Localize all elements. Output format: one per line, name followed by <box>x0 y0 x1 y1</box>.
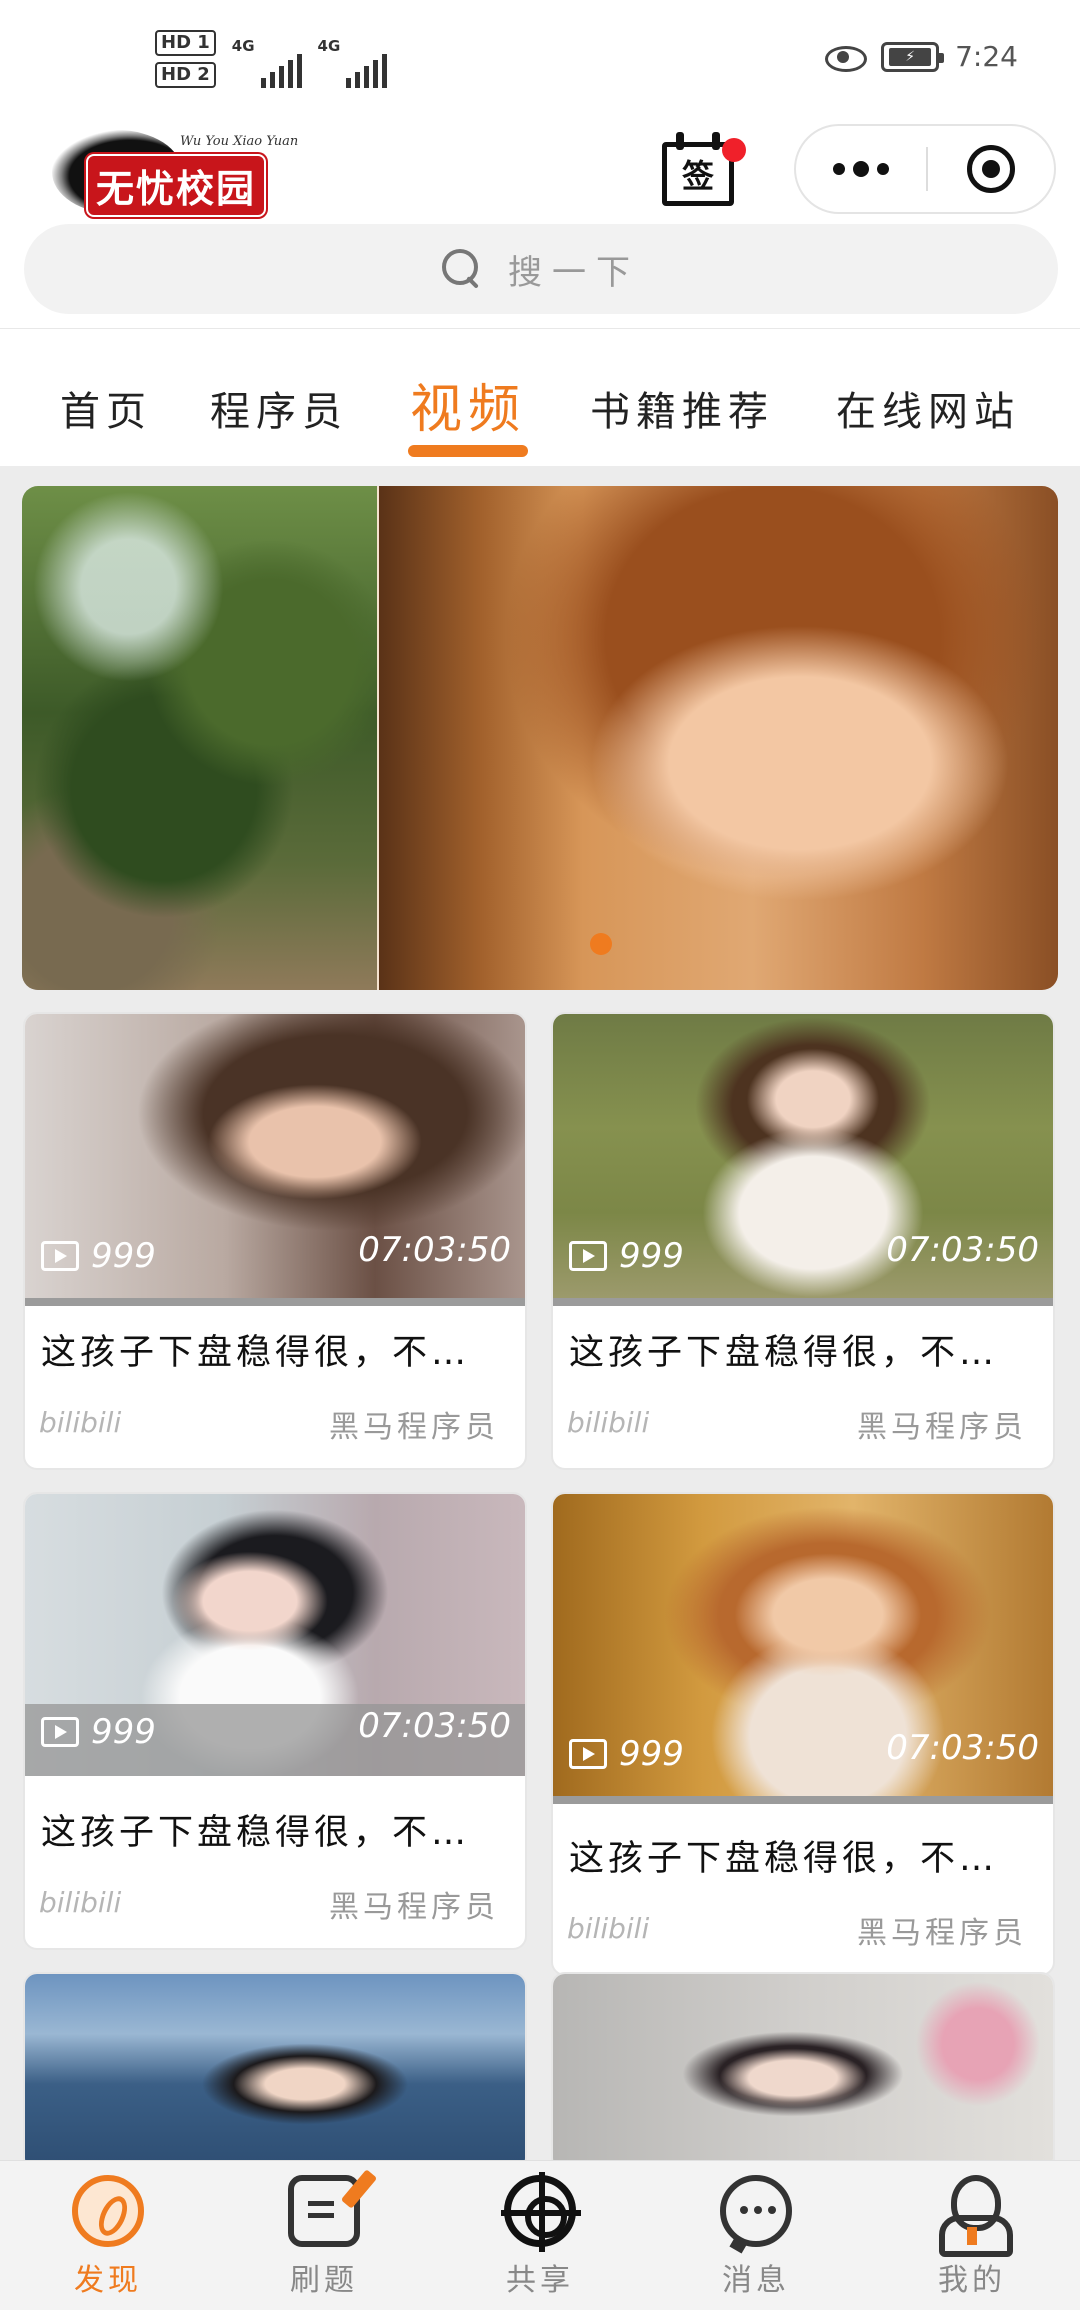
play-count-icon <box>569 1241 607 1271</box>
tab-programmer[interactable]: 程序员 <box>210 379 348 437</box>
video-title: 这孩子下盘稳得很，不… <box>569 1839 999 1879</box>
notification-badge <box>722 138 746 162</box>
status-bar: HD 1 HD 2 4G 4G ⚡ 7:24 <box>0 0 1080 112</box>
view-count: 999 <box>41 1236 156 1276</box>
video-duration: 07:03:50 <box>886 1230 1039 1270</box>
play-count-icon <box>569 1739 607 1769</box>
video-card[interactable]: 999 07:03:50 这孩子下盘稳得很，不… bilibili 黑马程序员 <box>23 1012 527 1470</box>
nav-profile[interactable]: 我的 <box>912 2175 1032 2299</box>
nav-messages[interactable]: 消息 <box>696 2175 816 2299</box>
target-close-icon <box>967 145 1015 193</box>
video-duration: 07:03:50 <box>358 1230 511 1270</box>
tab-video[interactable]: 视频 <box>410 367 526 442</box>
edit-icon <box>288 2175 360 2247</box>
view-count: 999 <box>41 1712 156 1752</box>
chat-icon <box>720 2175 792 2247</box>
video-source: bilibili <box>39 1886 122 1919</box>
compass-icon <box>72 2175 144 2247</box>
banner-image-pine <box>22 486 377 990</box>
daily-signin-button[interactable]: 签 <box>662 132 746 208</box>
video-source: bilibili <box>567 1912 650 1945</box>
more-button[interactable] <box>796 126 926 212</box>
play-count-icon <box>41 1241 79 1271</box>
user-icon <box>939 2175 1013 2257</box>
target-icon <box>501 2172 581 2252</box>
miniprogram-capsule <box>794 124 1056 214</box>
video-card[interactable] <box>23 1972 527 2172</box>
video-title: 这孩子下盘稳得很，不… <box>569 1333 999 1373</box>
category-tabs: 首页 程序员 视频 书籍推荐 在线网站 <box>0 328 1080 466</box>
app-logo: Wu You Xiao Yuan 无忧校园 <box>52 124 332 217</box>
signal-1-icon: 4G <box>232 30 302 88</box>
video-author: 黑马程序员 <box>857 1916 1027 1951</box>
tab-online-sites[interactable]: 在线网站 <box>836 379 1020 437</box>
video-thumbnail <box>553 1974 1053 2170</box>
video-thumbnail <box>25 1974 525 2170</box>
video-author: 黑马程序员 <box>329 1890 499 1925</box>
clock: 7:24 <box>955 40 1018 73</box>
sim2-badge: HD 2 <box>155 62 216 88</box>
nav-discover[interactable]: 发现 <box>48 2175 168 2299</box>
video-title: 这孩子下盘稳得很，不… <box>41 1333 471 1373</box>
video-card[interactable] <box>551 1972 1055 2172</box>
video-duration: 07:03:50 <box>358 1706 511 1746</box>
banner-carousel[interactable] <box>22 486 1058 990</box>
logo-subtext: Wu You Xiao Yuan <box>180 134 299 149</box>
video-card[interactable]: 999 07:03:50 这孩子下盘稳得很，不… bilibili 黑马程序员 <box>551 1492 1055 1976</box>
video-card[interactable]: 999 07:03:50 这孩子下盘稳得很，不… bilibili 黑马程序员 <box>551 1012 1055 1470</box>
close-miniprogram-button[interactable] <box>928 126 1054 212</box>
video-duration: 07:03:50 <box>886 1728 1039 1768</box>
signal-2-icon: 4G <box>318 30 388 88</box>
video-author: 黑马程序员 <box>329 1410 499 1445</box>
video-source: bilibili <box>567 1406 650 1439</box>
sim1-badge: HD 1 <box>155 30 216 56</box>
nav-label: 发现 <box>74 2263 142 2298</box>
app-header: Wu You Xiao Yuan 无忧校园 签 搜一下 <box>0 112 1080 328</box>
carousel-indicator-dot[interactable] <box>590 933 612 955</box>
nav-label: 消息 <box>722 2263 790 2298</box>
eye-comfort-icon <box>825 44 868 72</box>
search-placeholder: 搜一下 <box>508 252 640 293</box>
nav-label: 我的 <box>938 2263 1006 2298</box>
logo-text: 无忧校园 <box>86 154 267 217</box>
video-title: 这孩子下盘稳得很，不… <box>41 1813 471 1853</box>
active-tab-indicator <box>408 445 528 457</box>
nav-practice[interactable]: 刷题 <box>264 2175 384 2299</box>
search-icon <box>442 249 482 289</box>
nav-share[interactable]: 共享 <box>480 2172 600 2299</box>
search-bar[interactable]: 搜一下 <box>24 224 1058 314</box>
view-count: 999 <box>569 1236 684 1276</box>
banner-image-portrait <box>379 486 1058 990</box>
tab-home[interactable]: 首页 <box>60 379 152 437</box>
tab-book-recommend[interactable]: 书籍推荐 <box>590 379 774 437</box>
video-author: 黑马程序员 <box>857 1410 1027 1445</box>
view-count: 999 <box>569 1734 684 1774</box>
video-source: bilibili <box>39 1406 122 1439</box>
network-indicators: HD 1 HD 2 4G 4G <box>155 30 388 88</box>
battery-icon: ⚡ <box>881 41 945 72</box>
video-card[interactable]: 999 07:03:50 这孩子下盘稳得很，不… bilibili 黑马程序员 <box>23 1492 527 1950</box>
nav-label: 共享 <box>506 2263 574 2298</box>
bottom-tab-bar: 发现 刷题 共享 消息 我的 <box>0 2160 1080 2310</box>
nav-label: 刷题 <box>290 2263 358 2298</box>
play-count-icon <box>41 1717 79 1747</box>
